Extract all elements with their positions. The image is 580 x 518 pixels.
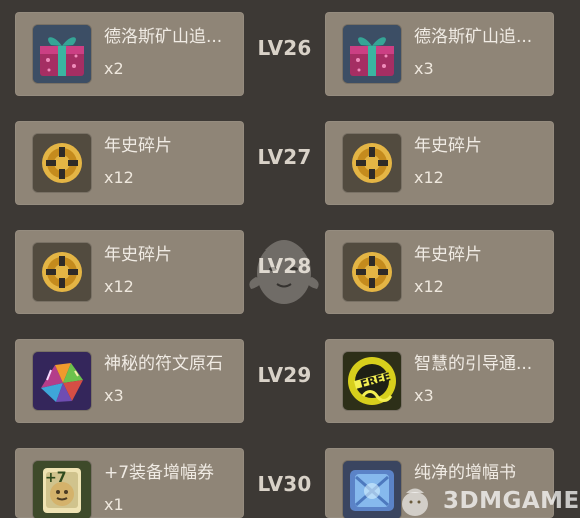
amplify-book-icon bbox=[343, 461, 401, 518]
coin-fragment-icon bbox=[33, 243, 91, 301]
level-label: LV26 bbox=[257, 36, 312, 60]
reward-item-name: 纯净的增幅书 bbox=[414, 463, 516, 483]
reward-card-left[interactable]: 德洛斯矿山追... x2 bbox=[15, 12, 244, 96]
free-guide-icon: FREE bbox=[343, 352, 401, 410]
reward-card-left[interactable]: 年史碎片 x12 bbox=[15, 121, 244, 205]
reward-card-left[interactable]: +7 +7装备增幅券 x1 bbox=[15, 448, 244, 518]
reward-item-name: 德洛斯矿山追... bbox=[414, 27, 533, 47]
reward-card-right[interactable]: FREE 智慧的引导通... x3 bbox=[325, 339, 554, 423]
reward-card-right[interactable]: 年史碎片 x12 bbox=[325, 230, 554, 314]
svg-text:+7: +7 bbox=[45, 470, 66, 486]
level-label: LV29 bbox=[257, 363, 312, 387]
reward-item-quantity: x12 bbox=[104, 277, 134, 296]
reward-item-name: 神秘的符文原石 bbox=[104, 354, 223, 374]
reward-item-quantity: x12 bbox=[104, 168, 134, 187]
reward-card-right[interactable]: 年史碎片 x12 bbox=[325, 121, 554, 205]
rune-stone-icon bbox=[33, 352, 91, 410]
coin-fragment-icon bbox=[33, 134, 91, 192]
gift-box-icon bbox=[343, 25, 401, 83]
level-label: LV30 bbox=[257, 472, 312, 496]
level-reward-screen: 德洛斯矿山追... x2 LV26 德洛斯矿山追... x3 年史碎片 x12 … bbox=[0, 0, 580, 518]
coin-fragment-icon bbox=[343, 243, 401, 301]
reward-item-name: +7装备增幅券 bbox=[104, 463, 215, 483]
reward-card-left[interactable]: 年史碎片 x12 bbox=[15, 230, 244, 314]
reward-item-quantity: x3 bbox=[414, 59, 434, 78]
reward-item-name: 德洛斯矿山追... bbox=[104, 27, 223, 47]
reward-card-left[interactable]: 神秘的符文原石 x3 bbox=[15, 339, 244, 423]
reward-item-quantity: x3 bbox=[104, 386, 124, 405]
plus-seven-scroll-icon: +7 bbox=[33, 461, 91, 518]
gift-box-icon bbox=[33, 25, 91, 83]
reward-card-right[interactable]: 纯净的增幅书 bbox=[325, 448, 554, 518]
level-label: LV27 bbox=[257, 145, 312, 169]
reward-card-right[interactable]: 德洛斯矿山追... x3 bbox=[325, 12, 554, 96]
reward-row: 神秘的符文原石 x3 LV29 FREE 智慧的引导通... x3 bbox=[0, 339, 580, 423]
reward-item-quantity: x12 bbox=[414, 277, 444, 296]
reward-item-quantity: x2 bbox=[104, 59, 124, 78]
reward-row: 年史碎片 x12 LV27 年史碎片 x12 bbox=[0, 121, 580, 205]
coin-fragment-icon bbox=[343, 134, 401, 192]
reward-item-name: 年史碎片 bbox=[104, 245, 172, 265]
reward-item-quantity: x1 bbox=[104, 495, 124, 514]
reward-item-quantity: x3 bbox=[414, 386, 434, 405]
reward-row: 德洛斯矿山追... x2 LV26 德洛斯矿山追... x3 bbox=[0, 12, 580, 96]
reward-item-name: 年史碎片 bbox=[414, 245, 482, 265]
reward-row: 年史碎片 x12 LV28 年史碎片 x12 bbox=[0, 230, 580, 314]
reward-item-name: 年史碎片 bbox=[414, 136, 482, 156]
reward-item-quantity: x12 bbox=[414, 168, 444, 187]
reward-item-name: 年史碎片 bbox=[104, 136, 172, 156]
level-label: LV28 bbox=[257, 254, 312, 278]
reward-item-name: 智慧的引导通... bbox=[414, 354, 533, 374]
reward-row: +7 +7装备增幅券 x1 LV30 纯净的增幅书 bbox=[0, 448, 580, 518]
